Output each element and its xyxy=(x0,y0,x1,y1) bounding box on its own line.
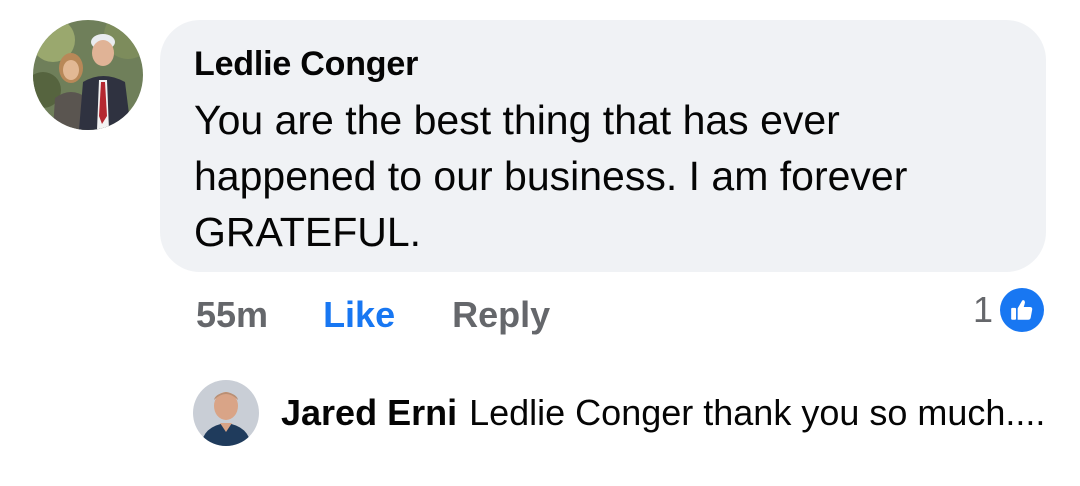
comment-author-avatar[interactable] xyxy=(33,20,143,130)
profile-photo-icon xyxy=(193,380,259,446)
like-thumbs-up-icon xyxy=(1000,288,1044,332)
comment-timestamp[interactable]: 55m xyxy=(196,294,268,336)
reply-text: Ledlie Conger thank you so much.... xyxy=(469,392,1046,433)
reply-button[interactable]: Reply xyxy=(452,294,550,336)
profile-photo-icon xyxy=(33,20,143,130)
reaction-summary[interactable]: 1 xyxy=(973,288,1044,332)
reply-preview[interactable]: Jared Erni Ledlie Conger thank you so mu… xyxy=(193,378,1045,448)
comment-actions: 55m Like Reply xyxy=(196,290,550,340)
like-button[interactable]: Like xyxy=(323,294,395,336)
comment-text: You are the best thing that has ever hap… xyxy=(194,97,908,255)
reaction-count: 1 xyxy=(972,289,993,330)
comment-bubble: Ledlie Conger You are the best thing tha… xyxy=(160,20,1046,272)
reply-author-avatar[interactable] xyxy=(193,380,259,446)
reply-author-name[interactable]: Jared Erni xyxy=(281,392,457,434)
comment-author-name[interactable]: Ledlie Conger xyxy=(194,42,1012,86)
